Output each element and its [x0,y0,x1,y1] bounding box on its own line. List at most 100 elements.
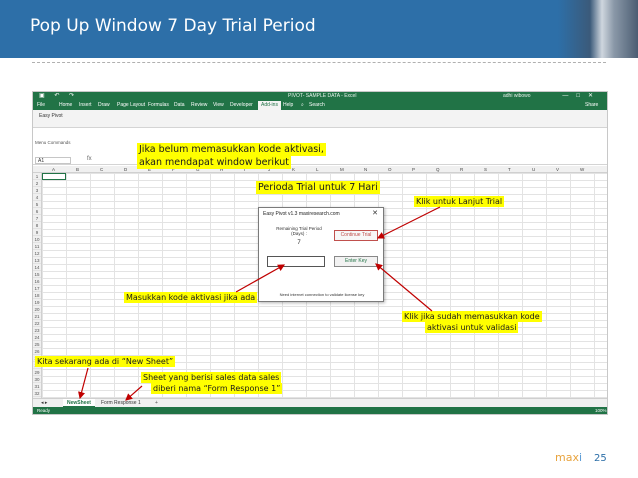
row-header[interactable]: 3 [33,187,41,194]
dialog-title: Easy Pivot v1.3 maxiresearch.com [263,211,340,217]
trial-dialog: Easy Pivot v1.3 maxiresearch.com ✕ Remai… [258,207,384,302]
row-header[interactable]: 22 [33,320,41,327]
save-icon[interactable]: ▣ [39,93,49,99]
maximize-icon[interactable]: □ [576,93,588,99]
callout-new-sheet: Kita sekarang ada di “New Sheet” [35,356,176,367]
zoom-level[interactable]: 100% [595,408,607,413]
row-header[interactable]: 29 [33,369,41,376]
row-header[interactable]: 32 [33,390,41,397]
row-header[interactable]: 14 [33,264,41,271]
redo-icon[interactable]: ↷ [69,93,78,99]
window-controls[interactable]: —□✕ [562,92,601,99]
row-header[interactable]: 11 [33,243,41,250]
column-header[interactable]: A [52,167,55,172]
row-header[interactable]: 21 [33,313,41,320]
search-icon[interactable]: ⌕ [301,102,304,108]
callout-top-line1: Jika belum memasukkan kode aktivasi, [137,143,326,156]
tab-developer[interactable]: Developer [230,102,253,108]
row-header[interactable]: 10 [33,236,41,243]
callout-after-code-line1: Klik jika sudah memasukkan kode [402,311,542,322]
row-header[interactable]: 18 [33,292,41,299]
callout-continue: Klik untuk Lanjut Trial [414,196,505,207]
enter-key-button[interactable]: Enter Key [334,256,378,267]
row-header[interactable]: 4 [33,194,41,201]
column-header[interactable]: N [364,167,367,172]
row-header[interactable]: 15 [33,271,41,278]
fx-icon[interactable]: fx [87,156,92,162]
column-header[interactable]: L [316,167,319,172]
tab-view[interactable]: View [213,102,224,108]
column-header[interactable]: R [460,167,463,172]
tab-file[interactable]: File [37,102,45,108]
column-header[interactable]: P [412,167,415,172]
slide-header: Pop Up Window 7 Day Trial Period [0,0,638,58]
easy-pivot-button[interactable]: Easy Pivot [39,113,63,119]
row-header[interactable]: 17 [33,285,41,292]
column-header[interactable]: D [124,167,127,172]
name-box[interactable]: A1 [35,157,71,164]
tab-draw[interactable]: Draw [98,102,110,108]
tab-data[interactable]: Data [174,102,185,108]
quick-access-toolbar[interactable]: ▣ ↶ ↷ [39,92,78,99]
header-decoration [558,0,638,58]
close-icon[interactable]: ✕ [588,93,601,99]
row-header[interactable]: 20 [33,306,41,313]
row-header[interactable]: 25 [33,341,41,348]
search-input[interactable]: Search [309,102,325,108]
row-header[interactable]: 26 [33,348,41,355]
column-header[interactable]: U [532,167,535,172]
dialog-close-icon[interactable]: ✕ [372,209,378,217]
excel-titlebar: ▣ ↶ ↷ PIVOT- SAMPLE DATA - Excel adhi wi… [33,92,607,101]
row-header[interactable]: 31 [33,383,41,390]
row-header[interactable]: 8 [33,222,41,229]
share-button[interactable]: Share [585,102,598,108]
tab-add-ins[interactable]: Add-ins [258,101,281,110]
row-header[interactable]: 30 [33,376,41,383]
column-header[interactable]: T [508,167,511,172]
remaining-label: Remaining Trial Period (Days) : [276,226,322,236]
row-header[interactable]: 2 [33,180,41,187]
undo-icon[interactable]: ↶ [54,93,63,99]
column-header[interactable]: K [292,167,295,172]
divider [32,62,606,63]
row-header[interactable]: 23 [33,327,41,334]
row-header[interactable]: 24 [33,334,41,341]
column-header[interactable]: W [580,167,584,172]
slide-title: Pop Up Window 7 Day Trial Period [30,16,316,36]
row-header[interactable]: 1 [33,173,41,180]
column-header[interactable]: S [484,167,487,172]
column-header[interactable]: C [100,167,103,172]
callout-enter-code: Masukkan kode aktivasi jika ada [124,292,258,303]
callout-top-line2: akan mendapat window berikut [137,156,292,169]
row-header[interactable]: 13 [33,257,41,264]
license-key-input[interactable] [267,256,325,267]
row-header[interactable]: 5 [33,201,41,208]
column-header[interactable]: B [76,167,79,172]
selected-cell-a1[interactable] [42,173,66,180]
minimize-icon[interactable]: — [562,93,576,99]
row-header[interactable]: 12 [33,250,41,257]
ribbon-group-label: Menu Commands [35,140,71,145]
column-header[interactable]: Q [436,167,440,172]
row-header[interactable]: 19 [33,299,41,306]
tab-insert[interactable]: Insert [79,102,92,108]
row-header[interactable]: 7 [33,215,41,222]
column-header[interactable]: V [556,167,559,172]
maxi-logo: maxi [555,451,583,464]
user-name[interactable]: adhi wibowo [503,93,531,99]
tab-formulas[interactable]: Formulas [148,102,169,108]
column-header[interactable]: O [388,167,392,172]
column-headers: ABCDEFGHIJKLMNOPQRSTUVW [33,166,607,173]
continue-trial-button[interactable]: Continue Trial [334,230,378,241]
tab-home[interactable]: Home [59,102,72,108]
tab-page-layout[interactable]: Page Layout [117,102,145,108]
tab-help[interactable]: Help [283,102,293,108]
row-header[interactable]: 9 [33,229,41,236]
row-header[interactable]: 16 [33,278,41,285]
tab-review[interactable]: Review [191,102,207,108]
callout-sheet-line1: Sheet yang berisi sales data sales [141,372,282,383]
sheet-tabs-bar: ◂ ▸ NewSheet Form Response 1 + [33,398,607,408]
column-header[interactable]: M [340,167,344,172]
row-header[interactable]: 6 [33,208,41,215]
page-number: 25 [594,453,607,464]
